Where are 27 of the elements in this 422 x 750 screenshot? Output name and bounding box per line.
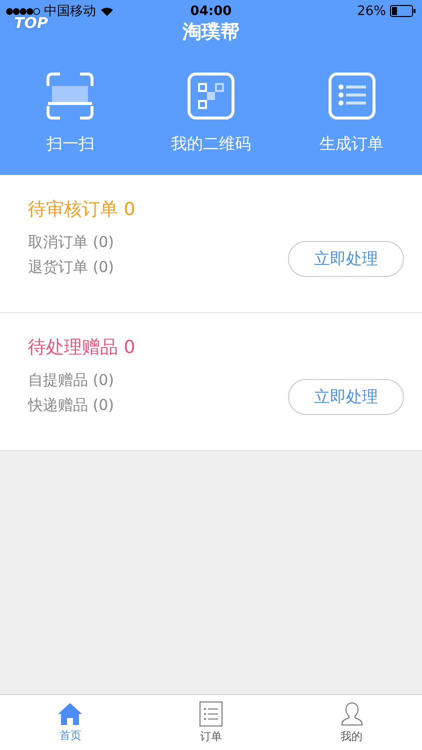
section-title: 待处理赠品 0 — [28, 336, 136, 359]
person-icon — [340, 701, 364, 727]
app-title: 淘璞帮 — [182, 20, 240, 45]
count-line: 退货订单 (0) — [28, 258, 114, 277]
tab-item[interactable]: 首页 — [30, 695, 110, 750]
section-title: 待审核订单 0 — [28, 198, 136, 221]
count-line: 取消订单 (0) — [28, 233, 114, 252]
process-button[interactable]: 立即处理 — [288, 379, 404, 415]
list-icon — [198, 701, 223, 727]
count-line: 快递赠品 (0) — [28, 396, 114, 415]
battery-icon — [390, 5, 416, 17]
action-button[interactable]: 扫一扫 — [10, 72, 130, 155]
battery-percent: 26% — [357, 4, 386, 18]
home-icon — [57, 702, 84, 726]
action-button[interactable]: 我的二维码 — [150, 72, 271, 155]
tab-item[interactable]: 我的 — [312, 695, 392, 750]
tab-item[interactable]: 订单 — [170, 695, 251, 750]
wifi-icon — [100, 6, 114, 16]
scan-icon — [46, 72, 94, 120]
list-icon — [328, 72, 376, 120]
status-time: 04:00 — [190, 4, 232, 18]
logo-text: TOP — [14, 14, 48, 32]
action-button[interactable]: 生成订单 — [292, 72, 412, 155]
count-line: 自提赠品 (0) — [28, 371, 114, 390]
signal-icon — [6, 8, 40, 14]
qr-code-icon — [186, 72, 235, 120]
process-button[interactable]: 立即处理 — [288, 241, 404, 277]
